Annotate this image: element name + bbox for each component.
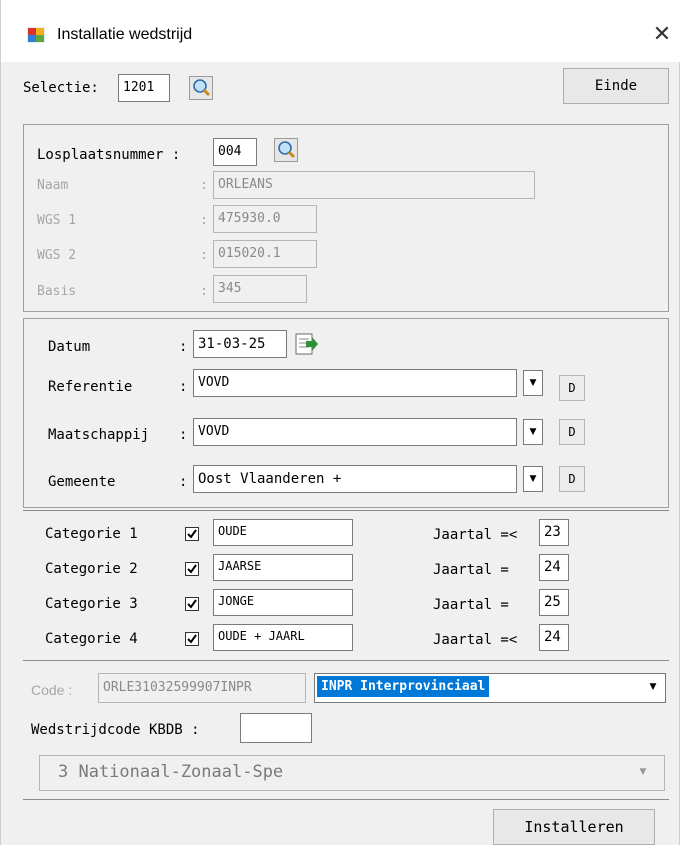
categorie-checkbox[interactable] bbox=[185, 562, 199, 576]
categorie-label: Categorie 2 bbox=[45, 561, 138, 577]
jaartal-input[interactable]: 23 bbox=[539, 519, 569, 546]
datum-input[interactable]: 31-03-25 bbox=[193, 330, 287, 358]
maatschappij-colon: : bbox=[179, 427, 188, 443]
window-title: Installatie wedstrijd bbox=[57, 26, 193, 43]
datum-colon: : bbox=[179, 339, 188, 355]
einde-button[interactable]: Einde bbox=[563, 68, 669, 104]
kbdb-label: Wedstrijdcode KBDB : bbox=[31, 722, 200, 738]
naam-colon: : bbox=[200, 178, 208, 193]
selectie-input[interactable]: 1201 bbox=[118, 74, 170, 102]
referentie-colon: : bbox=[179, 379, 188, 395]
wgs1-colon: : bbox=[200, 213, 208, 228]
maatschappij-label: Maatschappij bbox=[48, 427, 150, 443]
gemeente-d-button[interactable]: D bbox=[559, 466, 585, 492]
kbdb-input[interactable] bbox=[240, 713, 312, 743]
losplaatsnummer-input[interactable]: 004 bbox=[213, 138, 257, 166]
categorie-name-input[interactable]: JONGE bbox=[213, 589, 353, 616]
jaartal-label: Jaartal =< bbox=[433, 527, 518, 543]
basis-label: Basis bbox=[37, 284, 77, 299]
search-icon[interactable] bbox=[189, 76, 213, 100]
close-icon[interactable]: ✕ bbox=[647, 20, 677, 50]
gemeente-colon: : bbox=[179, 474, 188, 490]
categorie-label: Categorie 1 bbox=[45, 526, 138, 542]
categorie-checkbox[interactable] bbox=[185, 597, 199, 611]
losplaatsnummer-label: Losplaatsnummer : bbox=[37, 147, 181, 163]
jaartal-input[interactable]: 24 bbox=[539, 554, 569, 581]
maatschappij-combobox[interactable]: VOVD bbox=[193, 418, 517, 446]
maatschappij-d-button[interactable]: D bbox=[559, 419, 585, 445]
jaartal-label: Jaartal =< bbox=[433, 632, 518, 648]
wgs2-field: 015020.1 bbox=[213, 240, 317, 268]
referentie-d-button[interactable]: D bbox=[559, 375, 585, 401]
selectie-label: Selectie: bbox=[23, 80, 99, 96]
gemeente-combobox[interactable]: Oost Vlaanderen + bbox=[193, 465, 517, 493]
categorie-name-input[interactable]: OUDE + JAARL bbox=[213, 624, 353, 651]
code-field: ORLE31032599907INPR bbox=[98, 673, 306, 703]
wgs1-field: 475930.0 bbox=[213, 205, 317, 233]
calendar-arrow-icon[interactable] bbox=[295, 332, 319, 356]
jaartal-input[interactable]: 25 bbox=[539, 589, 569, 616]
installeren-button[interactable]: Installeren bbox=[493, 809, 655, 845]
jaartal-label: Jaartal = bbox=[433, 562, 509, 578]
gemeente-label: Gemeente bbox=[48, 474, 116, 490]
divider bbox=[23, 660, 669, 661]
chevron-down-icon[interactable]: ▼ bbox=[523, 466, 543, 492]
chevron-down-icon[interactable]: ▼ bbox=[633, 760, 653, 786]
jaartal-label: Jaartal = bbox=[433, 597, 509, 613]
basis-colon: : bbox=[200, 284, 208, 299]
wgs2-colon: : bbox=[200, 248, 208, 263]
code-label: Code : bbox=[31, 682, 73, 698]
installatie-window: Installatie wedstrijd ✕ Selectie: 1201 E… bbox=[0, 0, 680, 845]
jaartal-input[interactable]: 24 bbox=[539, 624, 569, 651]
datum-label: Datum bbox=[48, 339, 91, 355]
categorie-checkbox[interactable] bbox=[185, 527, 199, 541]
zone-combobox[interactable]: 3 Nationaal-Zonaal-Spe bbox=[39, 755, 665, 791]
referentie-combobox[interactable]: VOVD bbox=[193, 369, 517, 397]
categorie-label: Categorie 3 bbox=[45, 596, 138, 612]
categorie-checkbox[interactable] bbox=[185, 632, 199, 646]
divider bbox=[23, 799, 669, 800]
wedstrijdtype-selected: INPR Interprovinciaal bbox=[317, 676, 490, 697]
categorie-name-input[interactable]: JAARSE bbox=[213, 554, 353, 581]
naam-label: Naam bbox=[37, 178, 69, 193]
categorie-label: Categorie 4 bbox=[45, 631, 138, 647]
chevron-down-icon[interactable]: ▼ bbox=[523, 370, 543, 396]
categorie-name-input[interactable]: OUDE bbox=[213, 519, 353, 546]
chevron-down-icon[interactable]: ▼ bbox=[523, 419, 543, 445]
wgs1-label: WGS 1 bbox=[37, 213, 77, 228]
divider bbox=[23, 510, 669, 511]
app-icon bbox=[27, 27, 45, 43]
naam-field: ORLEANS bbox=[213, 171, 535, 199]
wgs2-label: WGS 2 bbox=[37, 248, 77, 263]
chevron-down-icon[interactable]: ▼ bbox=[643, 675, 663, 701]
basis-field: 345 bbox=[213, 275, 307, 303]
title-bar: Installatie wedstrijd ✕ bbox=[1, 0, 680, 62]
wedstrijdtype-combobox[interactable]: INPR Interprovinciaal bbox=[314, 673, 666, 703]
referentie-label: Referentie bbox=[48, 379, 133, 395]
search-icon[interactable] bbox=[274, 138, 298, 162]
